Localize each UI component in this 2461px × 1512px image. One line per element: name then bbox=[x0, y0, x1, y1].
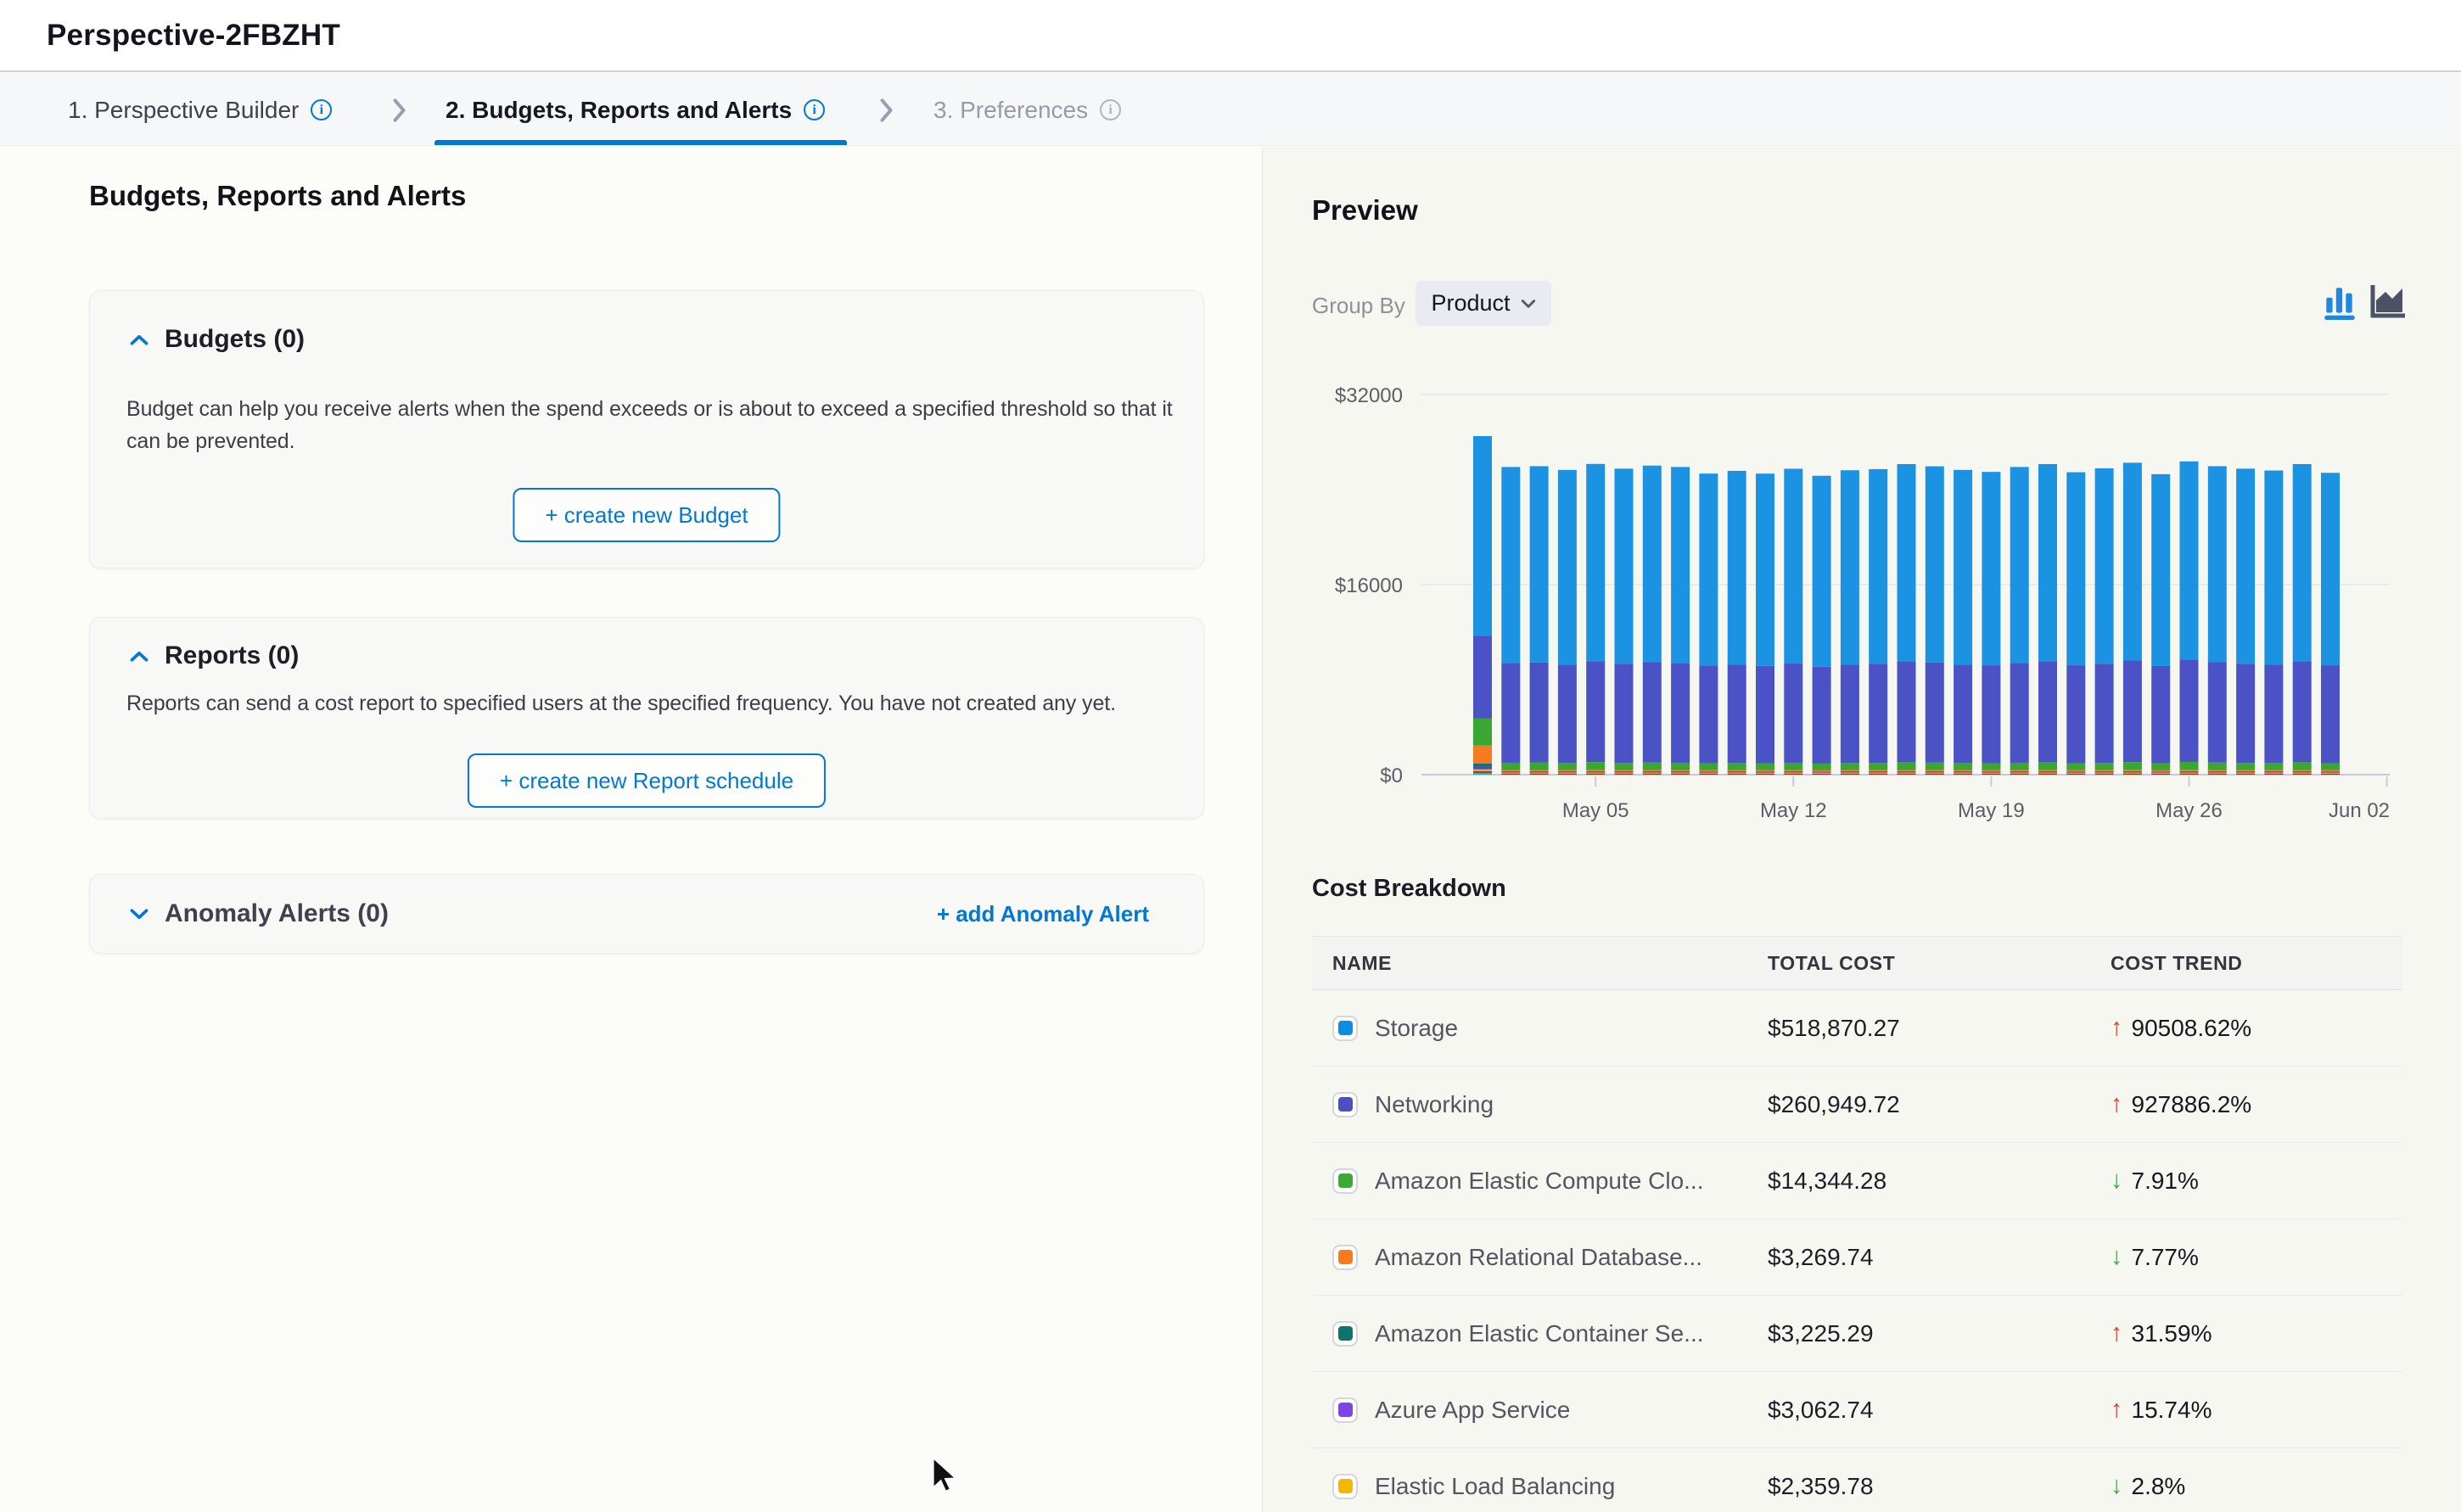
chevron-right-icon bbox=[879, 74, 894, 146]
row-name: Elastic Load Balancing bbox=[1375, 1473, 1615, 1500]
reports-header[interactable]: Reports (0) bbox=[129, 641, 299, 670]
chevron-up-icon bbox=[129, 650, 149, 663]
row-cost-trend: ↑927886.2% bbox=[2111, 1090, 2402, 1118]
reports-card: Reports (0) Reports can send a cost repo… bbox=[89, 617, 1204, 819]
row-cost-trend: ↓7.91% bbox=[2111, 1167, 2402, 1195]
info-icon[interactable]: i bbox=[311, 99, 332, 120]
budgets-header[interactable]: Budgets (0) bbox=[129, 325, 305, 354]
chevron-up-icon bbox=[129, 333, 149, 346]
chart-type-toggles bbox=[2324, 283, 2407, 320]
active-tab-underline bbox=[434, 140, 847, 145]
series-color-swatch bbox=[1332, 1321, 1358, 1347]
cost-breakdown-title: Cost Breakdown bbox=[1312, 875, 1506, 903]
row-cost-trend: ↓2.8% bbox=[2111, 1472, 2402, 1500]
row-name: Azure App Service bbox=[1375, 1397, 1570, 1424]
svg-text:May 05: May 05 bbox=[1562, 799, 1629, 822]
preview-panel: Preview Group By Product bbox=[1262, 147, 2461, 1512]
chevron-down-icon bbox=[129, 908, 149, 921]
row-total-cost: $3,225.29 bbox=[1768, 1320, 2111, 1347]
stepper: 1. Perspective Builder i 2. Budgets, Rep… bbox=[0, 74, 2461, 146]
table-row: Azure App Service $3,062.74↑15.74% bbox=[1312, 1372, 2402, 1448]
trend-down-icon: ↓ bbox=[2111, 1243, 2123, 1271]
anomaly-alerts-card: Anomaly Alerts (0) + add Anomaly Alert bbox=[89, 874, 1204, 954]
svg-text:$16000: $16000 bbox=[1335, 574, 1403, 597]
row-total-cost: $260,949.72 bbox=[1768, 1091, 2111, 1118]
svg-text:Jun 02: Jun 02 bbox=[2329, 799, 2390, 822]
row-total-cost: $3,269.74 bbox=[1768, 1244, 2111, 1271]
table-row: Amazon Elastic Container Se... $3,225.29↑… bbox=[1312, 1296, 2402, 1372]
trend-up-icon: ↑ bbox=[2111, 1090, 2123, 1118]
cost-breakdown-table: NAME TOTAL COST COST TREND Storage $518,8… bbox=[1312, 936, 2402, 1512]
series-color-swatch bbox=[1332, 1168, 1358, 1194]
trend-up-icon: ↑ bbox=[2111, 1014, 2123, 1042]
svg-text:May 26: May 26 bbox=[2155, 799, 2223, 822]
row-name: Amazon Elastic Compute Clo... bbox=[1375, 1168, 1704, 1195]
section-heading: Budgets, Reports and Alerts bbox=[89, 180, 466, 212]
row-name: Networking bbox=[1375, 1091, 1494, 1118]
row-cost-trend: ↓7.77% bbox=[2111, 1243, 2402, 1271]
cost-chart[interactable]: $0 $16000 $32000 May 05 May 12 May 19 May 26 Ju… bbox=[1312, 366, 2415, 841]
mouse-cursor bbox=[930, 1456, 961, 1496]
row-name: Storage bbox=[1375, 1015, 1458, 1042]
anomaly-title: Anomaly Alerts (0) bbox=[165, 899, 389, 928]
perspective-page: Perspective-2FBZHT 1. Perspective Builde… bbox=[0, 0, 2461, 1512]
row-total-cost: $2,359.78 bbox=[1768, 1473, 2111, 1500]
add-anomaly-alert-link[interactable]: + add Anomaly Alert bbox=[937, 901, 1149, 927]
row-cost-trend: ↑15.74% bbox=[2111, 1396, 2402, 1424]
trend-up-icon: ↑ bbox=[2111, 1319, 2123, 1347]
reports-title: Reports (0) bbox=[165, 641, 299, 670]
reports-description: Reports can send a cost report to specif… bbox=[126, 687, 1116, 720]
budgets-title: Budgets (0) bbox=[165, 325, 305, 354]
info-icon[interactable]: i bbox=[1100, 99, 1121, 120]
table-header-row: NAME TOTAL COST COST TREND bbox=[1312, 936, 2402, 990]
trend-down-icon: ↓ bbox=[2111, 1472, 2123, 1500]
row-cost-trend: ↑90508.62% bbox=[2111, 1014, 2402, 1042]
table-row: Amazon Relational Database... $3,269.74↓7… bbox=[1312, 1219, 2402, 1296]
row-cost-trend: ↑31.59% bbox=[2111, 1319, 2402, 1347]
tab-perspective-builder[interactable]: 1. Perspective Builder i bbox=[68, 74, 332, 146]
series-color-swatch bbox=[1332, 1092, 1358, 1117]
table-row: Elastic Load Balancing $2,359.78↓2.8% bbox=[1312, 1448, 2402, 1512]
chevron-right-icon bbox=[392, 74, 406, 146]
group-by-select[interactable]: Product bbox=[1415, 281, 1551, 326]
row-name: Amazon Elastic Container Se... bbox=[1375, 1320, 1704, 1347]
tab-budgets-reports-alerts[interactable]: 2. Budgets, Reports and Alerts i bbox=[446, 74, 825, 146]
row-name: Amazon Relational Database... bbox=[1375, 1244, 1702, 1271]
create-budget-button[interactable]: + create new Budget bbox=[513, 488, 780, 542]
series-color-swatch bbox=[1332, 1016, 1358, 1041]
bar-chart-icon[interactable] bbox=[2324, 283, 2356, 320]
group-by-label: Group By bbox=[1312, 293, 1405, 319]
tab-preferences[interactable]: 3. Preferences i bbox=[933, 74, 1121, 146]
table-row: Amazon Elastic Compute Clo... $14,344.28↓… bbox=[1312, 1143, 2402, 1219]
table-row: Networking $260,949.72↑927886.2% bbox=[1312, 1067, 2402, 1143]
series-color-swatch bbox=[1332, 1474, 1358, 1499]
page-title: Perspective-2FBZHT bbox=[47, 0, 340, 70]
svg-text:May 19: May 19 bbox=[1958, 799, 2025, 822]
budgets-description: Budget can help you receive alerts when … bbox=[126, 393, 1204, 457]
svg-text:$0: $0 bbox=[1380, 764, 1403, 787]
column-header-name: NAME bbox=[1312, 952, 1768, 975]
create-report-button[interactable]: + create new Report schedule bbox=[468, 753, 826, 808]
row-total-cost: $518,870.27 bbox=[1768, 1015, 2111, 1042]
chevron-down-icon bbox=[1521, 299, 1536, 309]
area-chart-icon[interactable] bbox=[2368, 283, 2407, 320]
info-icon[interactable]: i bbox=[804, 99, 825, 120]
top-header: Perspective-2FBZHT bbox=[0, 0, 2461, 72]
row-total-cost: $14,344.28 bbox=[1768, 1168, 2111, 1195]
trend-down-icon: ↓ bbox=[2111, 1167, 2123, 1195]
anomaly-header[interactable]: Anomaly Alerts (0) bbox=[129, 899, 389, 928]
series-color-swatch bbox=[1332, 1397, 1358, 1423]
preview-title: Preview bbox=[1312, 194, 1418, 227]
column-header-cost-trend: COST TREND bbox=[2111, 952, 2402, 975]
trend-up-icon: ↑ bbox=[2111, 1396, 2123, 1424]
budgets-card: Budgets (0) Budget can help you receive … bbox=[89, 290, 1204, 568]
row-total-cost: $3,062.74 bbox=[1768, 1397, 2111, 1424]
svg-text:May 12: May 12 bbox=[1760, 799, 1827, 822]
svg-text:$32000: $32000 bbox=[1335, 384, 1403, 407]
cost-breakdown-body: Storage $518,870.27↑90508.62% Networking $2… bbox=[1312, 990, 2402, 1512]
column-header-total-cost: TOTAL COST bbox=[1768, 952, 2111, 975]
table-row: Storage $518,870.27↑90508.62% bbox=[1312, 990, 2402, 1067]
series-color-swatch bbox=[1332, 1245, 1358, 1270]
